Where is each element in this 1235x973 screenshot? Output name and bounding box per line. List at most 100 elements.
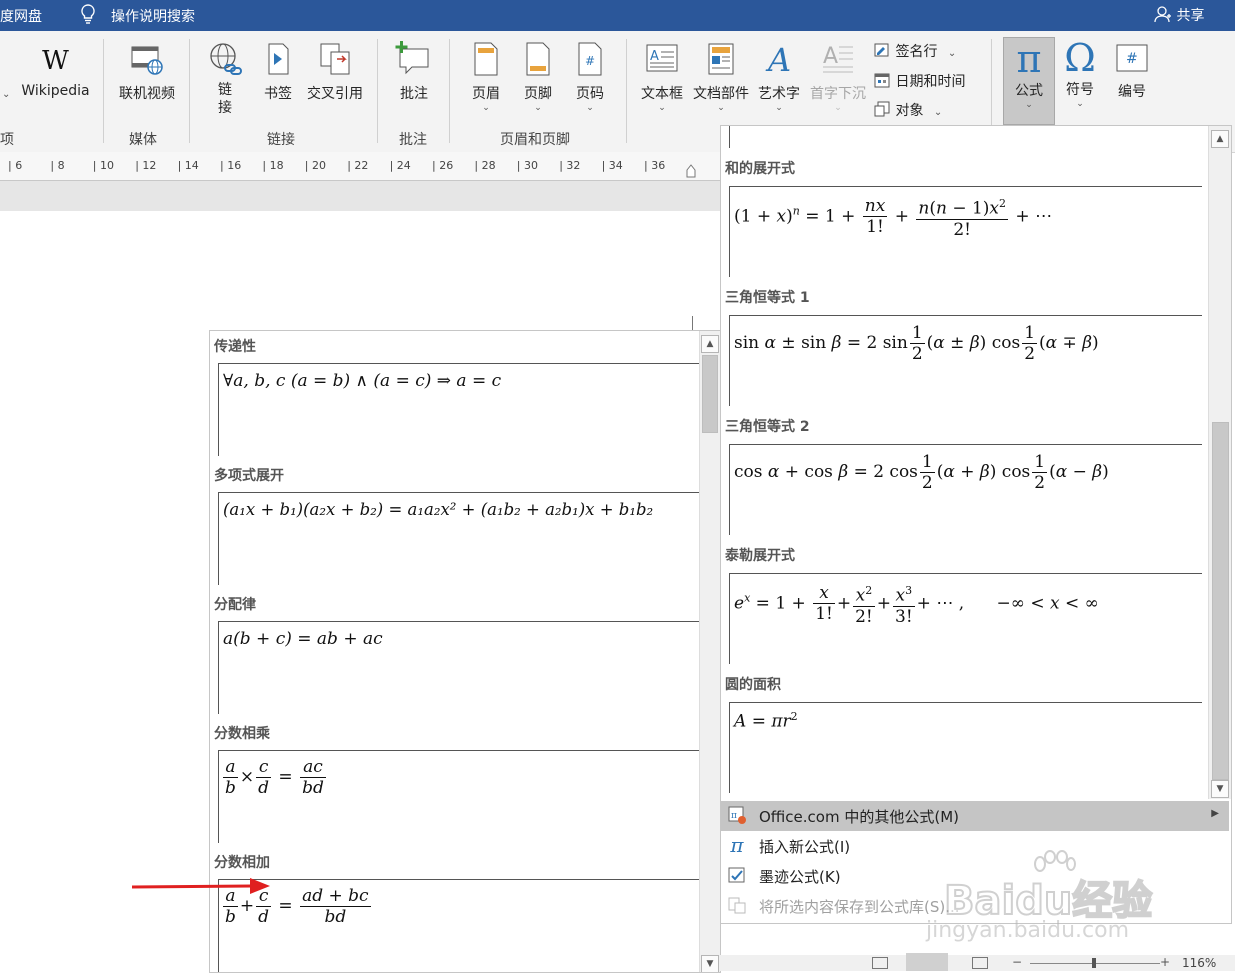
share-button[interactable]: 共享 [1154,5,1204,25]
equation-item-distributive[interactable]: a(b + c) = ab + ac [218,621,699,714]
wordart-button[interactable]: A 艺术字 ⌄ [754,41,804,113]
ruler-tick-label: | 20 [304,159,326,172]
equation-binomial: (1 + x)n = 1 + nx 1! + n(n − 1)x2 2! + ⋯ [734,194,1052,239]
text-box-button[interactable]: A 文本框 ⌄ [638,41,686,113]
zoom-in-icon[interactable]: + [1160,955,1170,969]
comment-button[interactable]: 批注 [390,41,438,103]
ruler-indent-marker[interactable] [686,164,696,178]
ruler-tick-label: | 14 [177,159,199,172]
ruler-tick-label: | 16 [220,159,242,172]
page-number-label: 页码 [576,86,604,102]
new-comment-icon [395,41,429,75]
read-mode-icon[interactable] [872,957,888,969]
print-layout-icon[interactable] [906,953,948,971]
chevron-down-icon: ⌄ [534,103,542,113]
group-label-header-footer: 页眉和页脚 [500,132,570,148]
bookmark-button[interactable]: 书签 [257,41,299,103]
ruler-tick-label: | 12 [135,159,157,172]
equation-fraction-multiply: a b × c d = ac bd [223,757,326,798]
vertical-scrollbar[interactable]: ▲ ▼ [699,331,720,972]
equation-gallery-left: 传递性 ∀a, b, c (a = b) ∧ (a = c) ⇒ a = c 多… [209,330,721,973]
ink-equation-icon [727,865,747,885]
wikipedia-button[interactable]: W Wikipedia [18,45,93,99]
ruler-tick-label: | 8 [50,159,65,172]
office-more-equations-item[interactable]: π Office.com 中的其他公式(M) ▶ [721,801,1229,831]
web-layout-icon[interactable] [972,957,988,969]
footer-button[interactable]: 页脚 ⌄ [516,41,560,113]
drop-cap-button[interactable]: A 首字下沉 ⌄ [806,41,870,113]
previous-item-edge [729,126,730,148]
tell-me-search[interactable]: 操作说明搜索 [111,6,195,26]
horizontal-ruler[interactable]: | 6 | 8 | 10 | 12 | 14 | 16 | 18 | 20 | … [0,152,720,181]
equation-taylor: ex = 1 + x 1! + x2 2! + x3 3! + ⋯ , −∞ < x < ∞ [734,581,1099,626]
quick-parts-button[interactable]: 文档部件 ⌄ [690,41,752,113]
save-to-gallery-icon [727,895,747,915]
symbol-button[interactable]: Ω 符号 ⌄ [1058,37,1102,109]
chevron-down-icon: ⌄ [947,48,957,59]
drop-cap-icon: A [823,44,853,73]
chevron-down-icon: ⌄ [933,107,943,118]
ruler-tick-label: | 6 [8,159,23,172]
equation-text: ∀a, b, c (a = b) ∧ (a = c) ⇒ a = c [223,371,502,391]
scroll-down-arrow-icon[interactable]: ▼ [701,955,719,972]
online-video-button[interactable]: 联机视频 [112,41,182,103]
zoom-slider-thumb[interactable] [1092,958,1096,968]
ruler-tick-label: | 36 [644,159,666,172]
page-number-button[interactable]: # 页码 ⌄ [568,41,612,113]
online-video-label: 联机视频 [119,86,175,102]
group-label-partial: 项 [0,132,14,148]
equation-text: a(b + c) = ab + ac [223,629,383,649]
chevron-down-icon: ⌄ [717,103,725,113]
header-button[interactable]: 页眉 ⌄ [464,41,508,113]
scrollbar-thumb[interactable] [1212,422,1229,780]
date-time-button[interactable]: 日期和时间 [873,71,965,91]
insert-new-equation-item[interactable]: π 插入新公式(I) [721,831,1229,861]
section-title: 和的展开式 [725,161,795,177]
svg-text:A: A [823,44,838,69]
ink-equation-label: 墨迹公式(K) [759,868,841,886]
group-label-links: 链接 [267,132,295,148]
document-gray-margin [0,181,720,211]
baidu-netdisk-tab[interactable]: 度网盘 [0,6,42,26]
equation-item-fraction-multiply[interactable]: a b × c d = ac bd [218,750,699,843]
zoom-out-icon[interactable]: − [1012,955,1022,969]
link-label-2: 接 [218,100,232,116]
equation-button[interactable]: π 公式 ⌄ [1003,37,1055,125]
vertical-scrollbar[interactable]: ▲ ▼ [1208,126,1231,800]
ruler-tick-label: | 32 [559,159,581,172]
signature-line-button[interactable]: 签名行 ⌄ [873,41,956,61]
equation-item-fraction-add[interactable]: a b + c d = ad + bc bd [218,879,699,972]
footer-label: 页脚 [524,86,552,102]
equation-item-taylor[interactable]: ex = 1 + x 1! + x2 2! + x3 3! + ⋯ , −∞ < x < ∞ [729,573,1202,664]
zoom-level[interactable]: 116% [1182,956,1216,970]
scroll-up-arrow-icon[interactable]: ▲ [701,335,719,353]
link-button[interactable]: 链 接 [204,41,246,117]
ruler-tick-label: | 10 [92,159,114,172]
cross-reference-button[interactable]: 交叉引用 [302,41,368,103]
scroll-down-arrow-icon[interactable]: ▼ [1211,780,1229,798]
equation-item-binomial[interactable]: (1 + x)n = 1 + nx 1! + n(n − 1)x2 2! + ⋯ [729,186,1202,277]
red-arrow-annotation [131,878,270,894]
header-label: 页眉 [472,86,500,102]
ruler-tick-label: | 24 [389,159,411,172]
equation-item-trig-1[interactable]: sin α ± sin β = 2 sin 1 2 (α ± β) cos 1 2 (α ∓… [729,315,1202,406]
equation-item-polynomial[interactable]: (a₁x + b₁)(a₂x + b₂) = a₁a₂x² + (a₁b₂ + … [218,492,699,585]
wordart-label: 艺术字 [758,86,800,102]
equation-item-transitivity[interactable]: ∀a, b, c (a = b) ∧ (a = c) ⇒ a = c [218,363,699,456]
chevron-down-icon: ⌄ [658,103,666,113]
equation-item-trig-2[interactable]: cos α + cos β = 2 cos 1 2 (α + β) cos 1 2 (α −… [729,444,1202,535]
scrollbar-thumb[interactable] [702,355,718,433]
svg-text:#: # [1126,51,1138,67]
globe-link-icon [210,43,242,75]
number-icon: # [1116,44,1148,72]
object-button[interactable]: 对象 ⌄ [873,100,942,120]
online-video-icon [131,46,163,75]
title-bar: 度网盘 操作说明搜索 共享 [0,0,1235,31]
equation-item-circle-area[interactable]: A = πr2 [729,702,1202,793]
group-label-media: 媒体 [129,132,157,148]
save-to-gallery-label: 将所选内容保存到公式库(S)... [759,898,960,916]
scroll-up-arrow-icon[interactable]: ▲ [1211,130,1229,148]
quick-parts-icon [708,43,734,75]
number-button[interactable]: # 编号 [1110,41,1154,101]
svg-text:A: A [650,49,659,64]
